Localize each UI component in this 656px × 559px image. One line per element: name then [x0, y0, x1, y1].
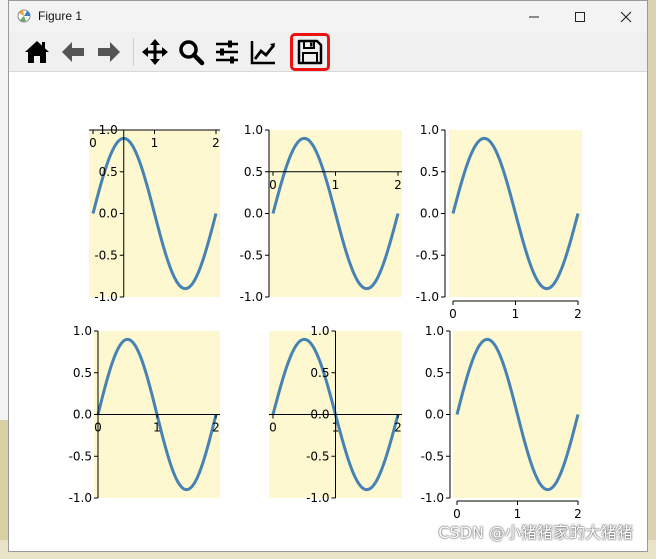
- x-tick-label: 2: [212, 421, 220, 435]
- y-tick-label: 1.0: [310, 324, 329, 338]
- y-tick-label: -0.5: [306, 449, 329, 463]
- x-tick-label: 0: [269, 421, 277, 435]
- y-tick-label: -0.5: [421, 449, 444, 463]
- move-icon: [142, 39, 168, 65]
- subplot-2: 0 1 2 -1.0 -0.5 0.0 0.5 1.0: [240, 123, 402, 304]
- pan-button[interactable]: [139, 36, 171, 68]
- edit-axes-button[interactable]: [247, 36, 279, 68]
- y-tick-label: 0.0: [310, 408, 329, 422]
- minimize-button[interactable]: [511, 1, 557, 32]
- sliders-icon: [216, 40, 238, 64]
- y-tick-label: 1.0: [425, 324, 444, 338]
- y-tick-label: -0.5: [94, 248, 117, 262]
- x-tick-label: 1: [512, 307, 520, 321]
- close-icon: [620, 11, 632, 22]
- figure-window: Figure 1 0 1 2 -1.0 -0.5 0.0 0.5 1.0 0 1…: [8, 0, 648, 552]
- x-tick-label: 0: [269, 178, 277, 192]
- y-tick-label: 1.0: [99, 123, 118, 137]
- y-tick-label: 1.0: [244, 123, 263, 137]
- minimize-icon: [529, 16, 539, 17]
- y-tick-label: 0.0: [73, 408, 92, 422]
- x-tick-label: 0: [94, 421, 102, 435]
- subplots-button[interactable]: [211, 36, 243, 68]
- zoom-button[interactable]: [175, 36, 207, 68]
- y-tick-label: 0.5: [420, 165, 439, 179]
- y-tick-label: 0.5: [310, 366, 329, 380]
- back-button[interactable]: [57, 36, 89, 68]
- close-button[interactable]: [603, 1, 649, 32]
- window-title: Figure 1: [38, 9, 83, 23]
- subplot-6: 0 1 2-1.0-0.50.00.51.0: [421, 324, 582, 521]
- y-tick-label: 0.0: [425, 408, 444, 422]
- matplotlib-icon: [17, 9, 31, 23]
- home-icon: [25, 41, 49, 63]
- x-tick-label: 2: [212, 136, 220, 150]
- maximize-button[interactable]: [557, 1, 603, 32]
- title-bar[interactable]: Figure 1: [9, 1, 647, 32]
- maximize-icon: [575, 11, 585, 22]
- toolbar: [9, 32, 647, 72]
- x-tick-label: 0: [89, 136, 97, 150]
- y-tick-label: 0.5: [99, 165, 118, 179]
- y-tick-label: -1.0: [94, 290, 117, 304]
- subplot-4: 0 1 2 -1.0 -0.5 0.0 0.5 1.0: [69, 324, 220, 505]
- subplot-3: 0 1 2 -1.0 -0.5 0.0 0.5 1.0: [416, 123, 582, 321]
- y-tick-label: -0.5: [69, 449, 92, 463]
- save-button[interactable]: [290, 33, 330, 71]
- y-tick-label: -1.0: [416, 290, 439, 304]
- arrow-right-icon: [98, 42, 120, 62]
- x-tick-label: 2: [574, 307, 582, 321]
- y-tick-label: 0.5: [425, 366, 444, 380]
- y-tick-label: -0.5: [416, 248, 439, 262]
- forward-button[interactable]: [93, 36, 125, 68]
- y-tick-label: 0.5: [73, 366, 92, 380]
- x-tick-label: 2: [394, 178, 402, 192]
- home-button[interactable]: [21, 36, 53, 68]
- watermark-text: CSDN @小猪猪家的大猪猪: [438, 523, 633, 542]
- x-tick-label: 2: [394, 421, 402, 435]
- x-tick-label: 0: [449, 307, 457, 321]
- y-tick-label: -1.0: [421, 491, 444, 505]
- line-chart-icon: [250, 41, 276, 65]
- figure-canvas[interactable]: 0 1 2 -1.0 -0.5 0.0 0.5 1.0 0 1 2 -1.0 -0.5 0.0 0.5 1.0…: [9, 72, 647, 551]
- y-tick-label: 0.0: [420, 207, 439, 221]
- arrow-left-icon: [62, 42, 84, 62]
- y-tick-label: -1.0: [240, 290, 263, 304]
- toolbar-separator: [133, 38, 134, 66]
- subplot-5: 0 1 2 -1.0 -0.5 0.0 0.5 1.0: [269, 324, 402, 505]
- x-tick-label: 1: [151, 136, 159, 150]
- y-tick-label: -1.0: [69, 491, 92, 505]
- subplot-grid: 0 1 2-1.0-0.50.00.51.00 1 2-1.0-0.50.00.51.0…: [69, 123, 582, 521]
- x-tick-label: 1: [153, 421, 161, 435]
- y-tick-label: 0.0: [244, 207, 263, 221]
- y-tick-label: 0.0: [99, 207, 118, 221]
- subplot-1: 0 1 2 -1.0 -0.5 0.0 0.5 1.0: [89, 123, 220, 304]
- x-tick-label: 1: [332, 421, 340, 435]
- x-tick-label: 1: [332, 178, 340, 192]
- y-tick-label: 1.0: [420, 123, 439, 137]
- y-tick-label: 0.5: [244, 165, 263, 179]
- zoom-icon: [179, 40, 205, 66]
- save-icon: [297, 39, 323, 65]
- y-tick-label: 1.0: [73, 324, 92, 338]
- y-tick-label: -1.0: [306, 491, 329, 505]
- y-tick-label: -0.5: [240, 248, 263, 262]
